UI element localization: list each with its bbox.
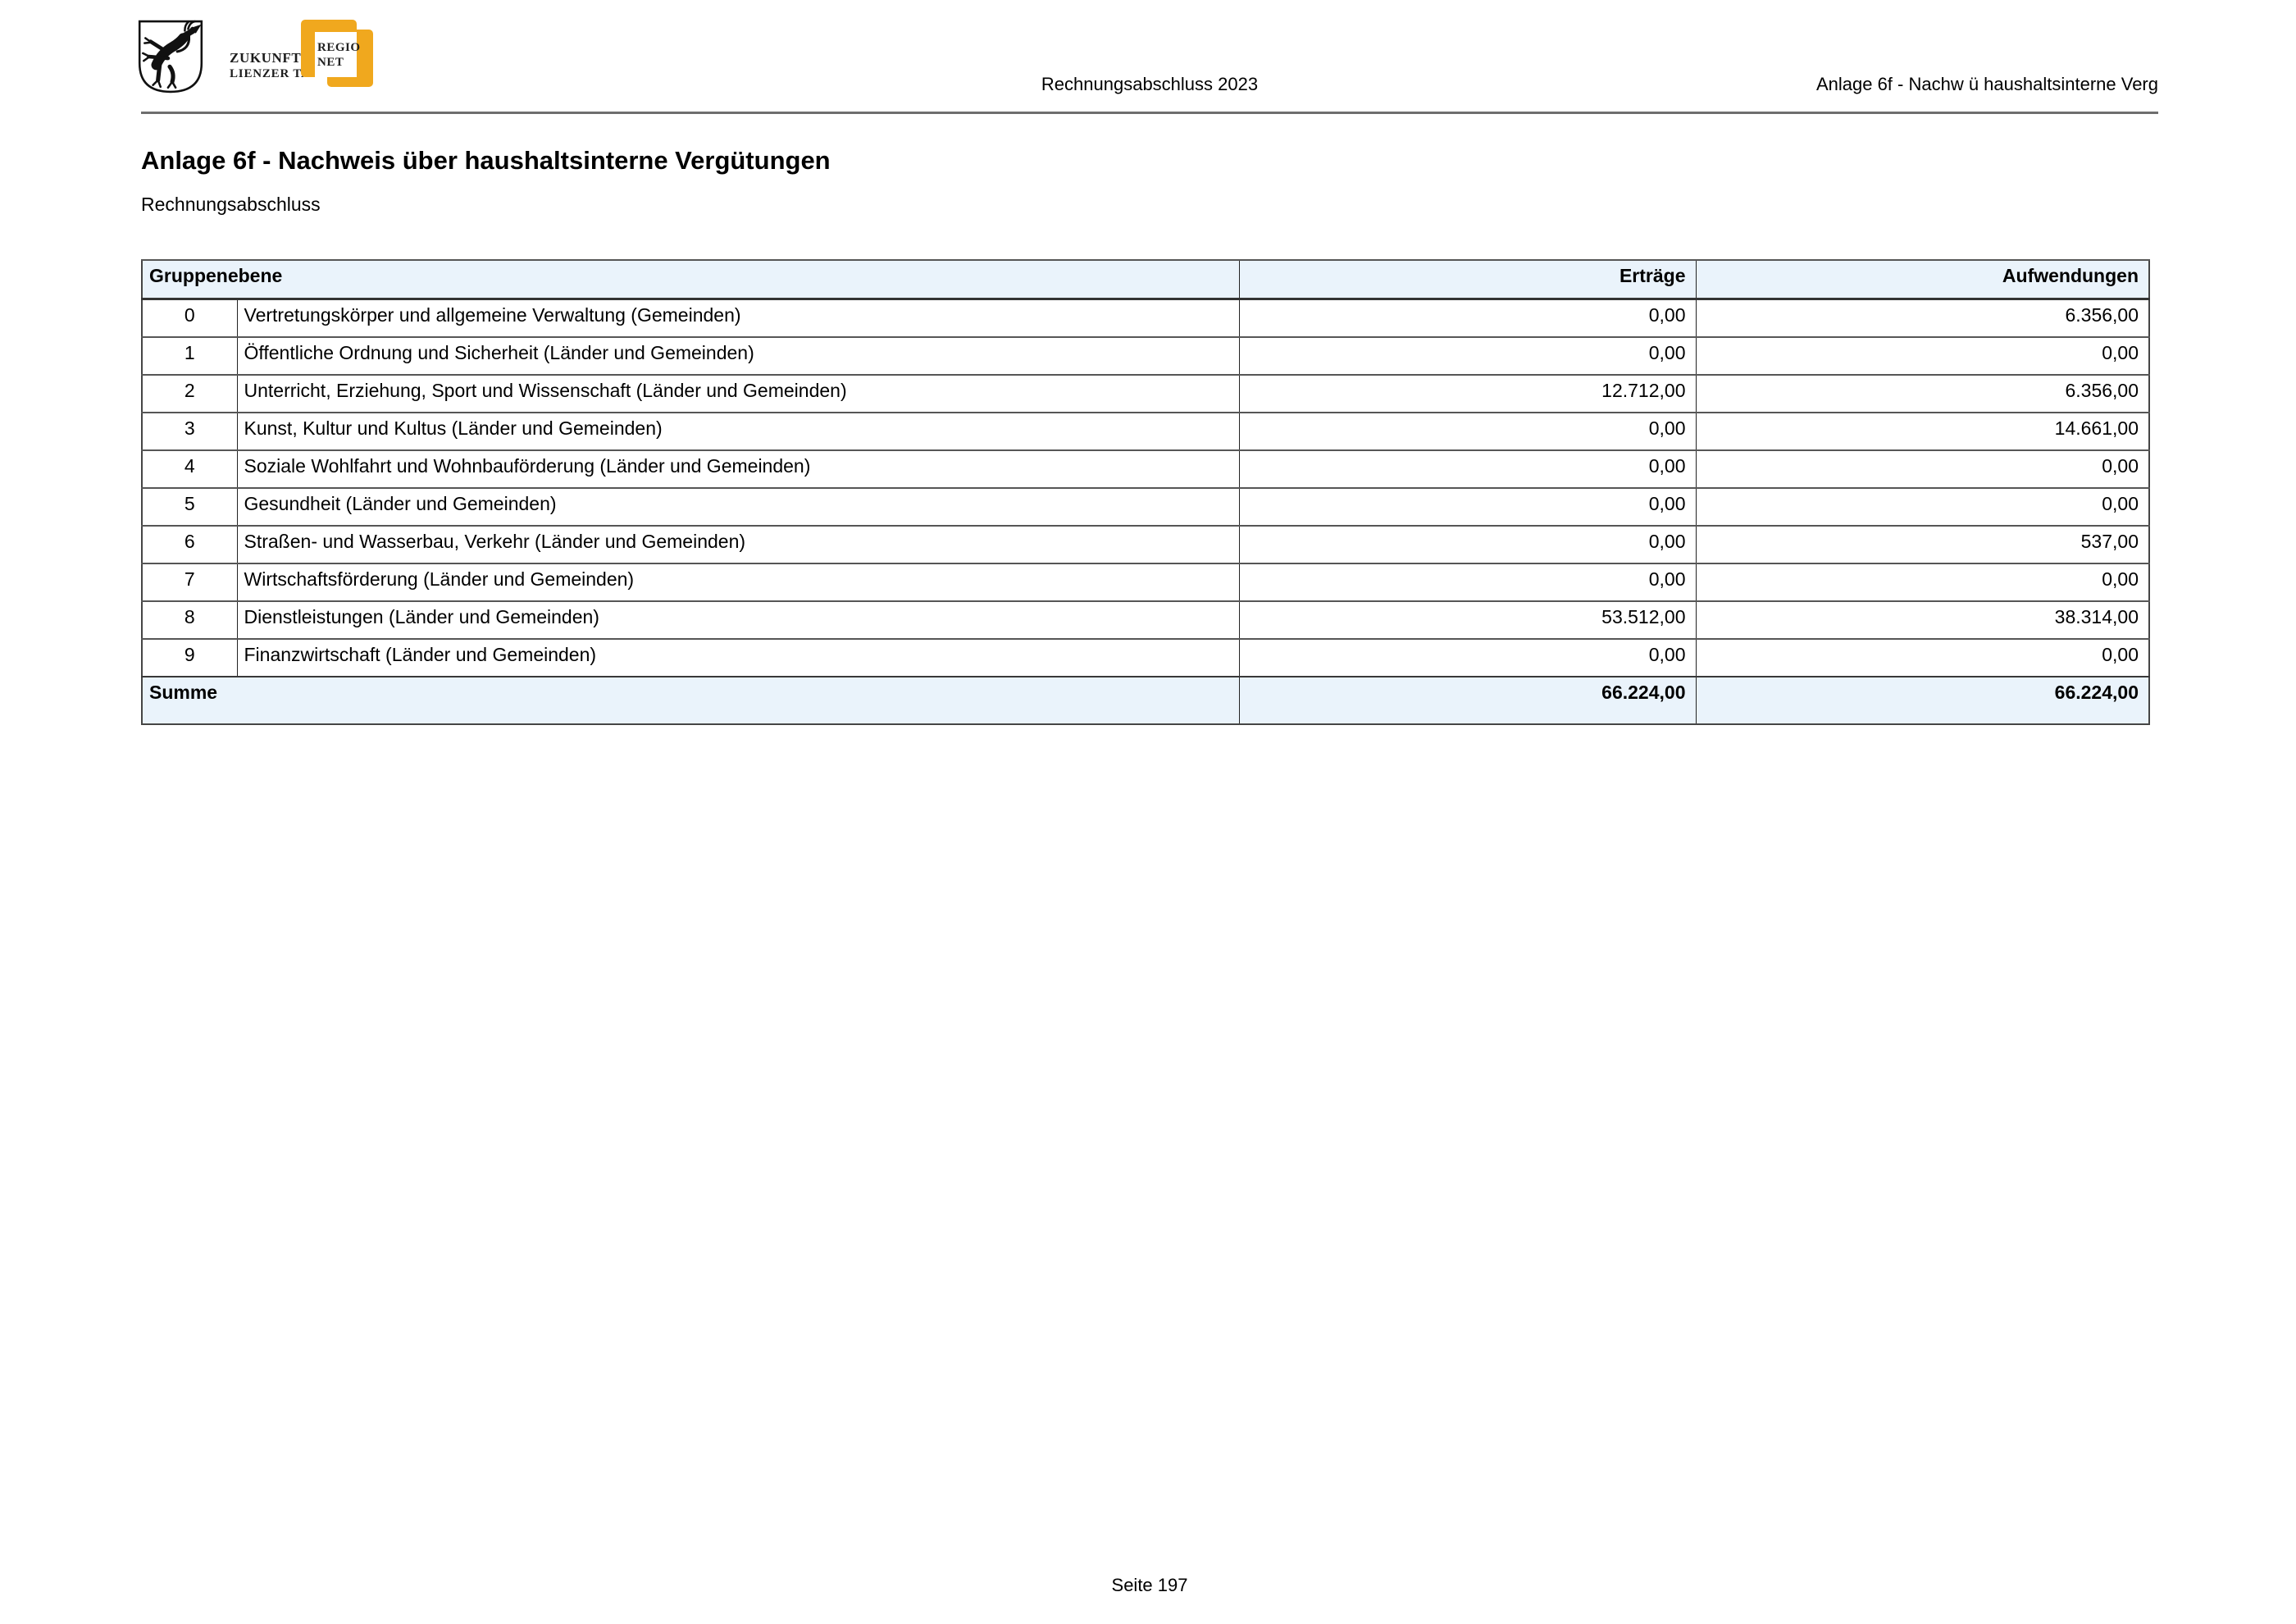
table-row: 7 Wirtschaftsförderung (Länder und Gemei…	[142, 563, 2149, 601]
ertraege-value-cell: 0,00	[1239, 299, 1696, 338]
ertraege-value-cell: 0,00	[1239, 337, 1696, 375]
group-label-cell: Unterricht, Erziehung, Sport und Wissens…	[237, 375, 1239, 413]
table-row: 2 Unterricht, Erziehung, Sport und Wisse…	[142, 375, 2149, 413]
table-row: 0 Vertretungskörper und allgemeine Verwa…	[142, 299, 2149, 338]
table-row: 4 Soziale Wohlfahrt und Wohnbauförderung…	[142, 450, 2149, 488]
table-header: Gruppenebene Erträge Aufwendungen	[142, 260, 2149, 299]
group-label-cell: Soziale Wohlfahrt und Wohnbauförderung (…	[237, 450, 1239, 488]
summary-label: Summe	[142, 677, 1239, 724]
column-header-gruppenebene: Gruppenebene	[142, 260, 1239, 299]
group-code-cell: 1	[142, 337, 237, 375]
group-label-cell: Öffentliche Ordnung und Sicherheit (Länd…	[237, 337, 1239, 375]
group-code-cell: 9	[142, 639, 237, 677]
ertraege-value-cell: 53.512,00	[1239, 601, 1696, 639]
ertraege-value-cell: 0,00	[1239, 526, 1696, 563]
ertraege-value-cell: 0,00	[1239, 488, 1696, 526]
ertraege-value-cell: 0,00	[1239, 413, 1696, 450]
group-label-cell: Kunst, Kultur und Kultus (Länder und Gem…	[237, 413, 1239, 450]
ertraege-value-cell: 12.712,00	[1239, 375, 1696, 413]
group-label-cell: Wirtschaftsförderung (Länder und Gemeind…	[237, 563, 1239, 601]
summary-row: Summe 66.224,00 66.224,00	[142, 677, 2149, 724]
coat-of-arms-logo	[136, 18, 205, 95]
regionet-logo: REGIO NET	[301, 20, 376, 90]
page-title: Anlage 6f - Nachweis über haushaltsinter…	[141, 146, 831, 176]
header-divider	[141, 112, 2158, 114]
brand-zukunfts: ZUKUNFTS	[230, 50, 309, 66]
group-label-cell: Finanzwirtschaft (Länder und Gemeinden)	[237, 639, 1239, 677]
table-row: 1 Öffentliche Ordnung und Sicherheit (Lä…	[142, 337, 2149, 375]
ertraege-value-cell: 0,00	[1239, 450, 1696, 488]
aufwendungen-value-cell: 38.314,00	[1696, 601, 2149, 639]
document-page: ZUKUNFTSRAUM® LIENZER TALBODEN REGIO NET…	[0, 0, 2296, 1624]
group-code-cell: 4	[142, 450, 237, 488]
aufwendungen-value-cell: 537,00	[1696, 526, 2149, 563]
aufwendungen-value-cell: 0,00	[1696, 488, 2149, 526]
group-code-cell: 8	[142, 601, 237, 639]
page-subtitle: Rechnungsabschluss	[141, 194, 321, 216]
aufwendungen-value-cell: 14.661,00	[1696, 413, 2149, 450]
page-header: ZUKUNFTSRAUM® LIENZER TALBODEN REGIO NET…	[141, 0, 2158, 115]
regionet-text-line1: REGIO	[317, 41, 361, 54]
summary-ertraege-value: 66.224,00	[1239, 677, 1696, 724]
aufwendungen-value-cell: 6.356,00	[1696, 299, 2149, 338]
group-code-cell: 3	[142, 413, 237, 450]
group-label-cell: Gesundheit (Länder und Gemeinden)	[237, 488, 1239, 526]
aufwendungen-value-cell: 0,00	[1696, 337, 2149, 375]
vergutungen-table: Gruppenebene Erträge Aufwendungen 0 Vert…	[141, 259, 2150, 725]
running-header-right: Anlage 6f - Nachw ü haushaltsinterne Ver…	[1816, 74, 2158, 95]
aufwendungen-value-cell: 0,00	[1696, 563, 2149, 601]
regionet-text-line2: NET	[317, 56, 344, 69]
group-code-cell: 2	[142, 375, 237, 413]
group-code-cell: 5	[142, 488, 237, 526]
table-row: 6 Straßen- und Wasserbau, Verkehr (Lände…	[142, 526, 2149, 563]
group-label-cell: Straßen- und Wasserbau, Verkehr (Länder …	[237, 526, 1239, 563]
column-header-ertraege: Erträge	[1239, 260, 1696, 299]
ertraege-value-cell: 0,00	[1239, 639, 1696, 677]
aufwendungen-value-cell: 0,00	[1696, 639, 2149, 677]
table-row: 5 Gesundheit (Länder und Gemeinden) 0,00…	[142, 488, 2149, 526]
aufwendungen-value-cell: 0,00	[1696, 450, 2149, 488]
group-code-cell: 7	[142, 563, 237, 601]
group-code-cell: 0	[142, 299, 237, 338]
aufwendungen-value-cell: 6.356,00	[1696, 375, 2149, 413]
column-header-aufwendungen: Aufwendungen	[1696, 260, 2149, 299]
table-body: 0 Vertretungskörper und allgemeine Verwa…	[142, 299, 2149, 677]
table-footer: Summe 66.224,00 66.224,00	[142, 677, 2149, 724]
group-label-cell: Dienstleistungen (Länder und Gemeinden)	[237, 601, 1239, 639]
group-label-cell: Vertretungskörper und allgemeine Verwalt…	[237, 299, 1239, 338]
table-row: 8 Dienstleistungen (Länder und Gemeinden…	[142, 601, 2149, 639]
group-code-cell: 6	[142, 526, 237, 563]
summary-aufwendungen-value: 66.224,00	[1696, 677, 2149, 724]
table-row: 3 Kunst, Kultur und Kultus (Länder und G…	[142, 413, 2149, 450]
ertraege-value-cell: 0,00	[1239, 563, 1696, 601]
page-number: Seite 197	[141, 1575, 2158, 1596]
running-header-center: Rechnungsabschluss 2023	[1041, 74, 1258, 95]
table-row: 9 Finanzwirtschaft (Länder und Gemeinden…	[142, 639, 2149, 677]
